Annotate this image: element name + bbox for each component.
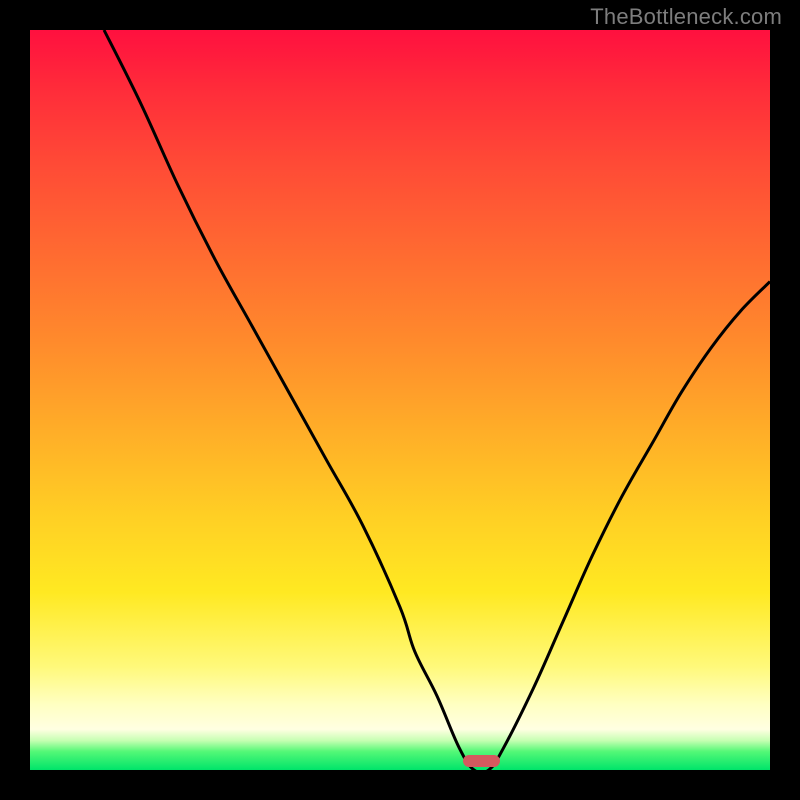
bottleneck-marker: [463, 755, 500, 767]
plot-area: [30, 30, 770, 770]
attribution-text: TheBottleneck.com: [590, 4, 782, 30]
bottleneck-curve: [30, 30, 770, 770]
curve-path: [104, 30, 770, 773]
chart-frame: TheBottleneck.com: [0, 0, 800, 800]
